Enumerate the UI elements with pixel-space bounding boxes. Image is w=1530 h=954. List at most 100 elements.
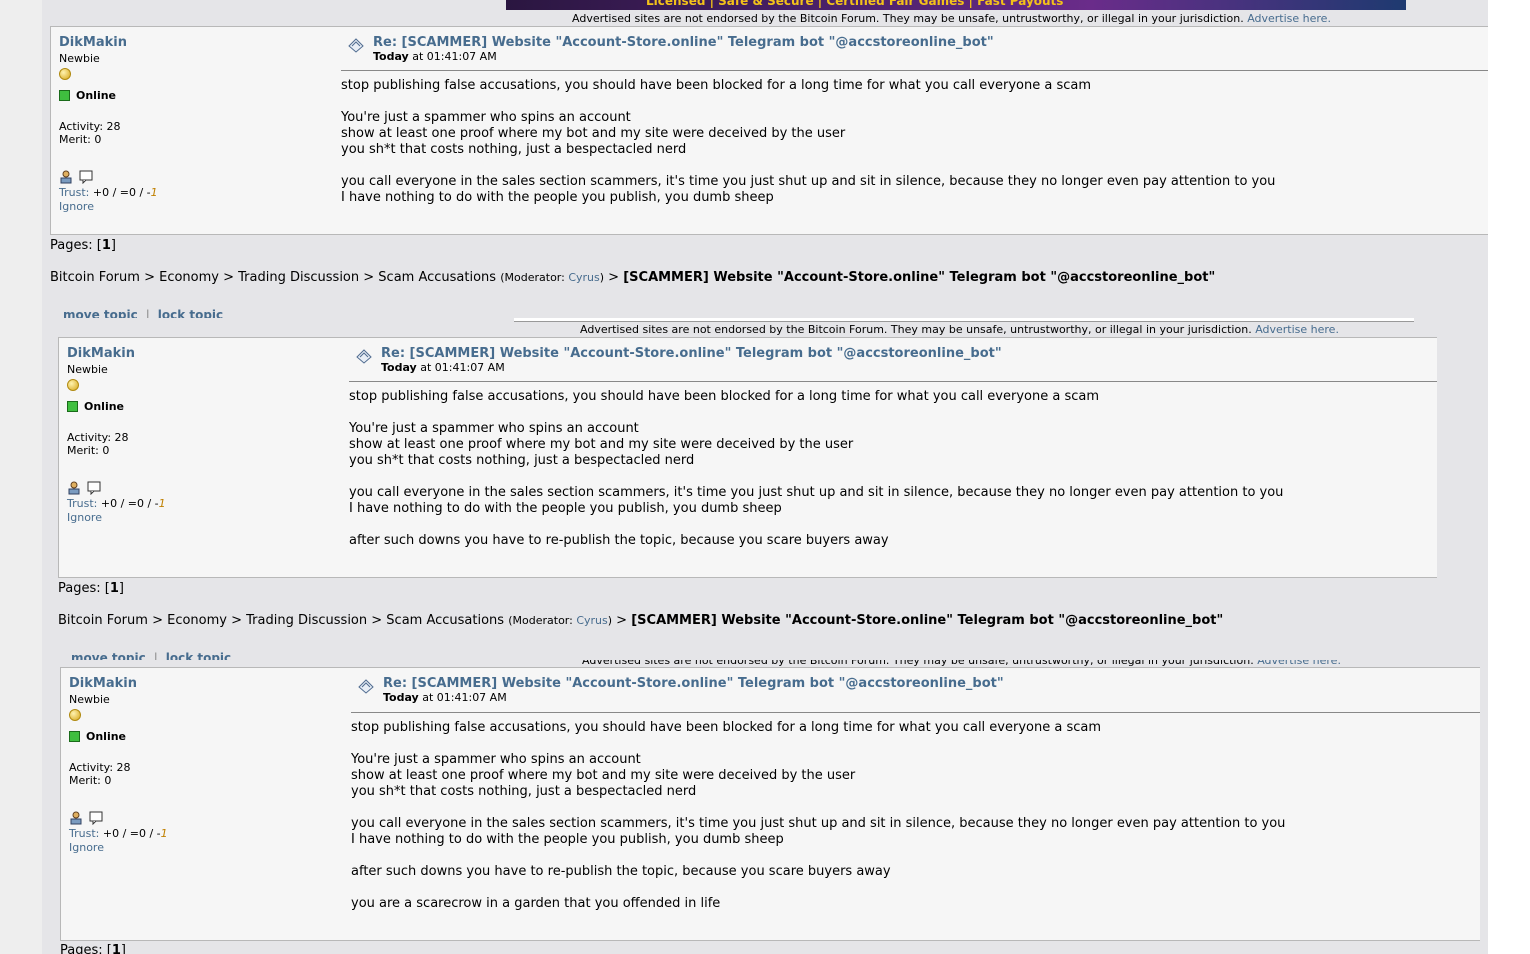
trust-label[interactable]: Trust: [69, 827, 99, 840]
poster-rank: Newbie [59, 52, 100, 65]
message-icon[interactable] [89, 811, 103, 825]
trust-label[interactable]: Trust: [67, 497, 97, 510]
online-indicator-icon [67, 401, 78, 412]
post-divider [341, 70, 1488, 71]
breadcrumb-trading-discussion[interactable]: Trading Discussion [238, 270, 359, 285]
ignore-link[interactable]: Ignore [69, 841, 339, 854]
post-time-day: Today [381, 361, 417, 374]
post-line: show at least one proof where my bot and… [351, 768, 856, 783]
online-label: Online [84, 400, 125, 413]
profile-icon[interactable] [59, 170, 73, 184]
breadcrumb-trading-discussion[interactable]: Trading Discussion [246, 613, 367, 628]
rank-star-icon [59, 68, 71, 80]
post-line: show at least one proof where my bot and… [341, 126, 846, 141]
ad-notice: Advertised sites are not endorsed by the… [582, 660, 1341, 667]
online-status: Online [67, 400, 337, 413]
poster-info: DikMakin Newbie Online Activity: 28 Meri… [69, 676, 339, 854]
post-header: Re: [SCAMMER] Website "Account-Store.onl… [357, 676, 1004, 704]
forum-snapshot-2: Advertised sites are not endorsed by the… [50, 318, 1437, 660]
poster-info: DikMakin Newbie Online Activity: 28 Meri… [59, 35, 329, 213]
moderator-info: (Moderator: Cyrus) [500, 271, 605, 284]
advertise-link[interactable]: Advertise here. [1255, 323, 1339, 336]
post: DikMakin Newbie Online Activity: 28 Meri… [58, 337, 1437, 578]
message-icon[interactable] [87, 481, 101, 495]
poster-rank: Newbie [69, 693, 110, 706]
ad-banner-edge [514, 318, 1414, 322]
advertise-link[interactable]: Advertise here. [1247, 12, 1331, 25]
online-indicator-icon [59, 90, 70, 101]
current-page: 1 [111, 943, 121, 954]
post-line: you sh*t that costs nothing, just a besp… [349, 453, 695, 468]
current-page: 1 [101, 238, 111, 253]
profile-icon[interactable] [69, 811, 83, 825]
rank-star-icon [69, 709, 81, 721]
breadcrumb-forum[interactable]: Bitcoin Forum [50, 270, 140, 285]
profile-icon[interactable] [67, 481, 81, 495]
post-subject-link[interactable]: Re: [SCAMMER] Website "Account-Store.onl… [383, 676, 1004, 691]
ad-banner[interactable]: Licensed | Safe & Secure | Certified Fai… [506, 0, 1406, 10]
advertise-link[interactable]: Advertise here. [1257, 660, 1341, 667]
poster-rank: Newbie [67, 363, 108, 376]
trust-label[interactable]: Trust: [59, 186, 89, 199]
poster-name[interactable]: DikMakin [67, 346, 337, 361]
ignore-link[interactable]: Ignore [59, 200, 329, 213]
moderator-label: Moderator: [504, 271, 569, 284]
poster-name[interactable]: DikMakin [59, 35, 329, 50]
activity: Activity: 28 [59, 120, 121, 133]
ad-notice: Advertised sites are not endorsed by the… [572, 12, 1331, 25]
poster-icons [69, 811, 339, 825]
breadcrumb-economy[interactable]: Economy [159, 270, 219, 285]
post-line: show at least one proof where my bot and… [349, 437, 854, 452]
pages-close: ] [120, 943, 126, 954]
breadcrumb-economy[interactable]: Economy [167, 613, 227, 628]
post-header: Re: [SCAMMER] Website "Account-Store.onl… [347, 35, 994, 63]
merit: Merit: 0 [59, 133, 102, 146]
post-line: I have nothing to do with the people you… [341, 190, 774, 205]
pages-close: ] [110, 238, 116, 253]
poster-icons [67, 481, 337, 495]
lock-topic-button[interactable]: lock topic [166, 651, 231, 660]
pages-label: Pages: [ [58, 581, 110, 596]
trust-negative: 1 [158, 497, 166, 510]
right-gutter [1488, 0, 1530, 954]
breadcrumb: Bitcoin Forum > Economy > Trading Discus… [58, 613, 1224, 628]
post-subject-link[interactable]: Re: [SCAMMER] Website "Account-Store.onl… [373, 35, 994, 50]
poster-name[interactable]: DikMakin [69, 676, 339, 691]
activity: Activity: 28 [67, 431, 129, 444]
trust-score: Trust: +0 / =0 / -1 [69, 827, 339, 840]
message-icon[interactable] [79, 170, 93, 184]
forum-snapshot-3: Advertised sites are not endorsed by the… [52, 660, 1480, 954]
post-line: you sh*t that costs nothing, just a besp… [351, 784, 697, 799]
move-topic-button[interactable]: move topic [63, 308, 138, 318]
post-time-day: Today [383, 691, 419, 704]
trust-values: +0 / =0 / - [99, 827, 161, 840]
post: DikMakin Newbie Online Activity: 28 Meri… [60, 667, 1480, 941]
merit: Merit: 0 [67, 444, 110, 457]
post-time-rest: at 01:41:07 AM [408, 50, 497, 63]
left-gutter [0, 0, 42, 954]
post-line: you call everyone in the sales section s… [341, 174, 1276, 189]
moderator-link[interactable]: Cyrus [576, 614, 607, 627]
lock-topic-button[interactable]: lock topic [158, 308, 223, 318]
breadcrumb-forum[interactable]: Bitcoin Forum [58, 613, 148, 628]
post-icon [358, 679, 374, 694]
ignore-link[interactable]: Ignore [67, 511, 337, 524]
merit: Merit: 0 [69, 774, 112, 787]
ad-notice-text: Advertised sites are not endorsed by the… [572, 12, 1244, 25]
online-indicator-icon [69, 731, 80, 742]
pagination: Pages: [1] [60, 943, 126, 954]
trust-values: +0 / =0 / - [89, 186, 151, 199]
online-status: Online [59, 89, 329, 102]
trust-negative: 1 [150, 186, 158, 199]
post-line: You're just a spammer who spins an accou… [351, 752, 641, 767]
post-subject-link[interactable]: Re: [SCAMMER] Website "Account-Store.onl… [381, 346, 1002, 361]
moderator-label: Moderator: [512, 614, 577, 627]
breadcrumb-scam-accusations[interactable]: Scam Accusations [378, 270, 496, 285]
post-time: Today at 01:41:07 AM [381, 361, 1002, 374]
moderation-bar: move topic | lock topic [63, 308, 223, 318]
post-time-rest: at 01:41:07 AM [416, 361, 505, 374]
move-topic-button[interactable]: move topic [71, 651, 146, 660]
breadcrumb-scam-accusations[interactable]: Scam Accusations [386, 613, 504, 628]
moderator-link[interactable]: Cyrus [568, 271, 599, 284]
post-body: stop publishing false accusations, you s… [349, 389, 1283, 549]
